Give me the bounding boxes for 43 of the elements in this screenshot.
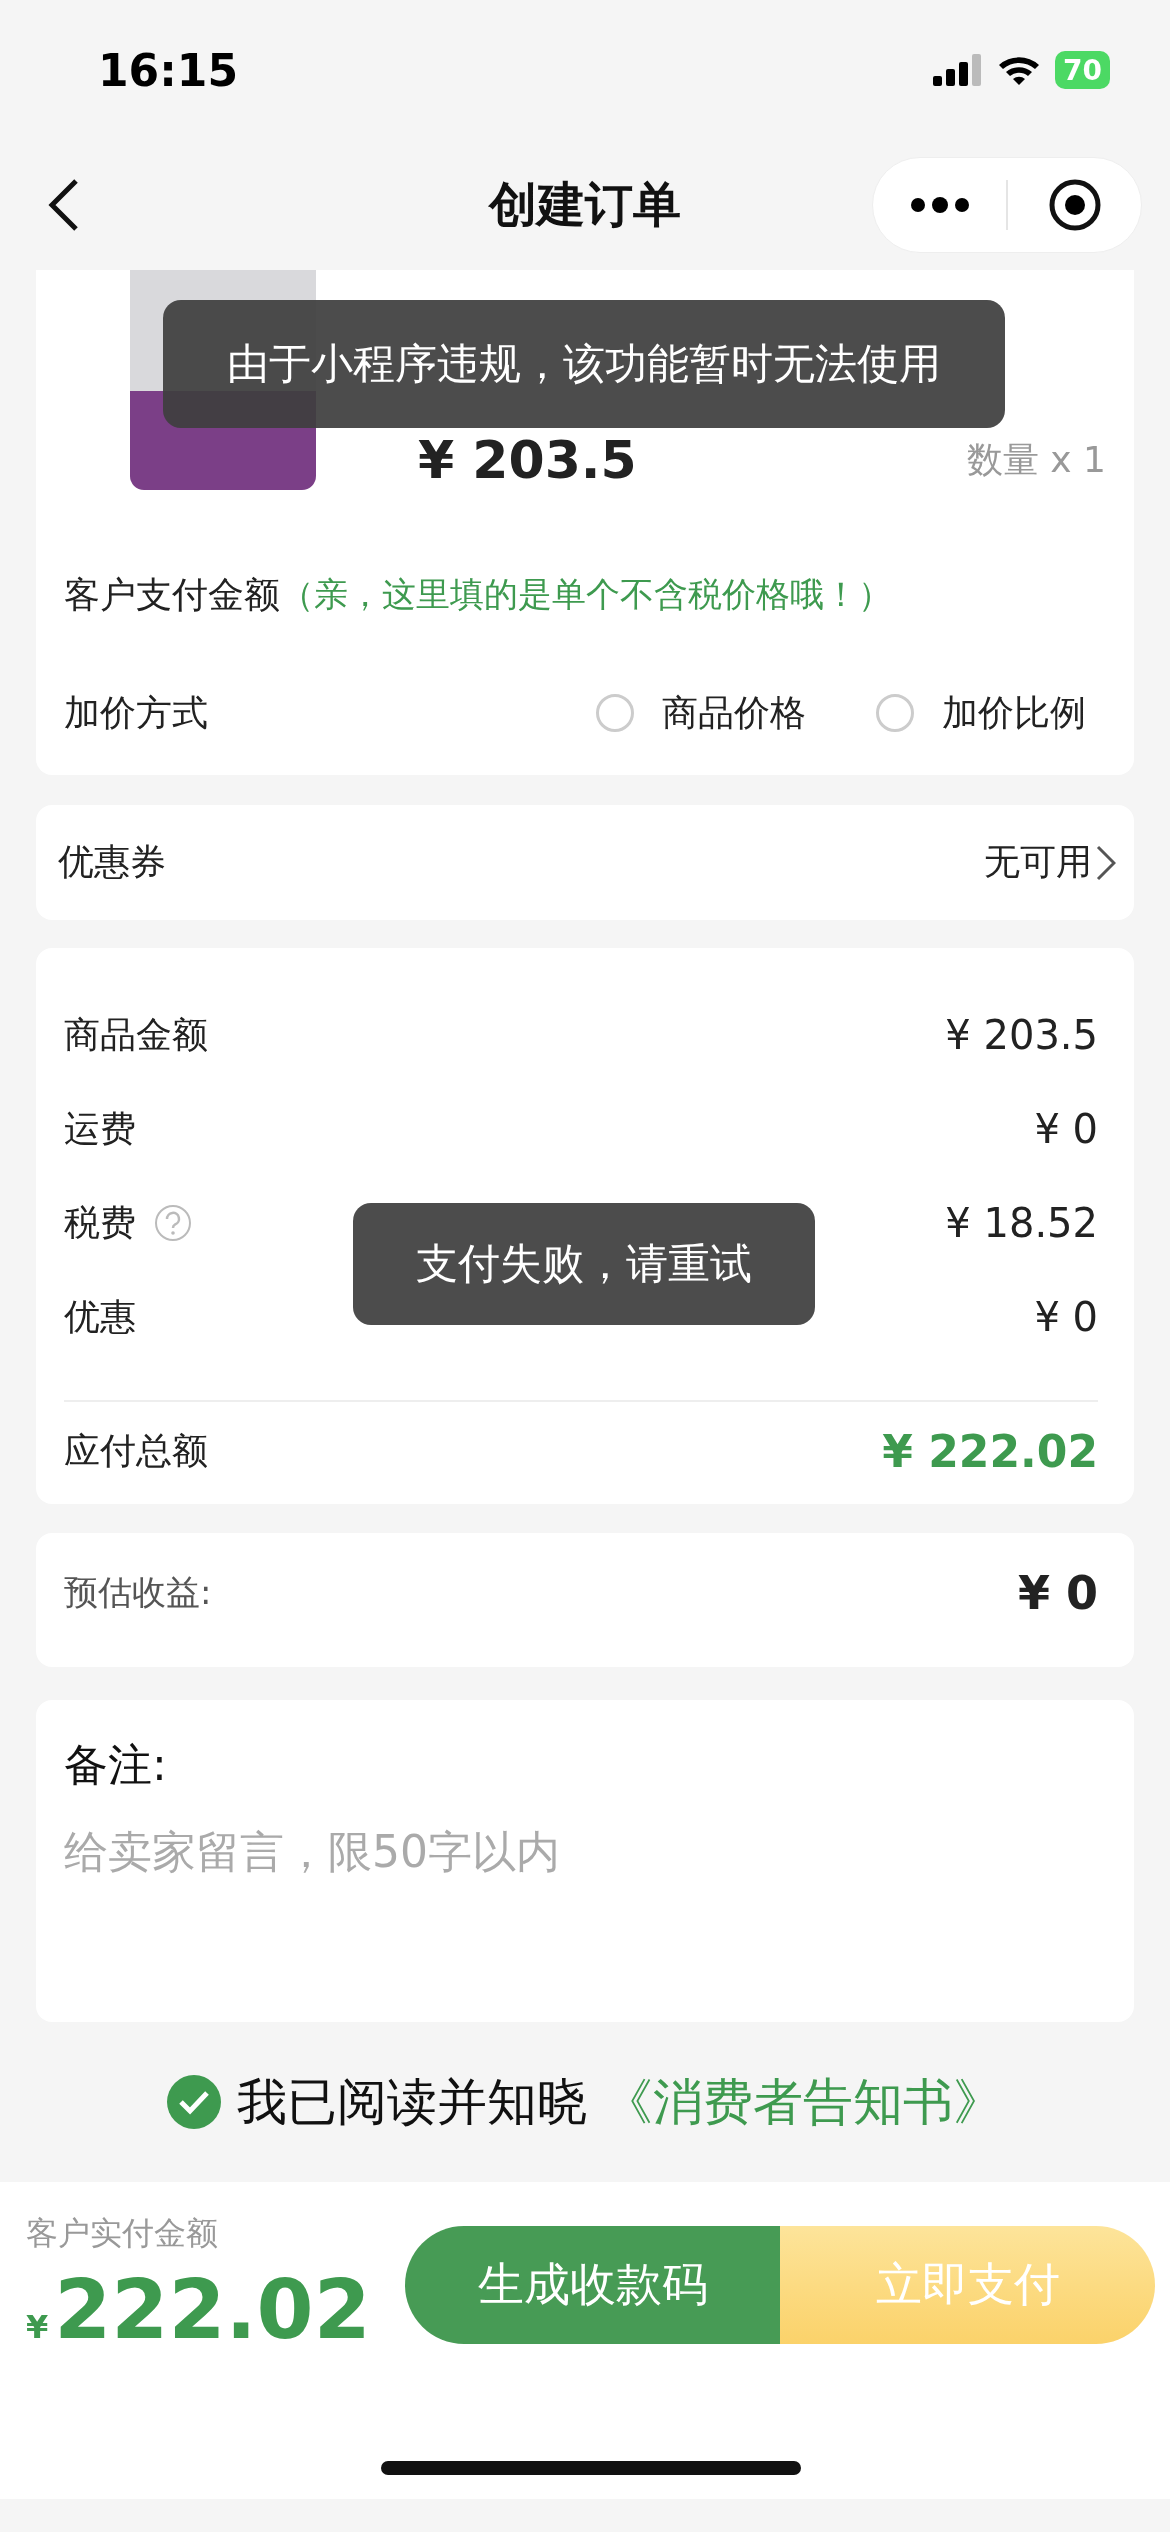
more-dots-icon: [909, 197, 970, 213]
price-hint: （亲，这里填的是单个不含税价格哦！）: [280, 573, 892, 616]
battery-indicator: 70: [1055, 51, 1110, 89]
markup-label: 加价方式: [64, 690, 208, 735]
toast-message: 由于小程序违规，该功能暂时无法使用: [227, 338, 941, 390]
radio-option[interactable]: 商品价格: [596, 688, 806, 738]
pay-amount-label: 客户支付金额: [64, 572, 280, 617]
radio-circle[interactable]: [876, 694, 914, 732]
total-label: 应付总额: [64, 1428, 208, 1473]
product-price: ¥ 203.5: [418, 430, 637, 490]
fee-amount: ¥ 0: [1034, 1106, 1098, 1152]
page-title: 创建订单: [489, 175, 681, 234]
earnings-label: 预估收益:: [64, 1571, 212, 1614]
paid-amount: ¥222.02: [26, 2262, 371, 2357]
fee-label: 运费: [64, 1106, 136, 1151]
clock-time: 16:15: [98, 44, 239, 96]
coupon-selector[interactable]: 无可用: [984, 838, 1116, 887]
chevron-left-icon: [48, 177, 80, 233]
fee-label: 优惠: [64, 1294, 136, 1339]
remark-card[interactable]: 备注: 给卖家留言，限50字以内: [36, 1700, 1134, 2022]
target-circle-icon: [1047, 178, 1102, 232]
radio-option[interactable]: 加价比例: [876, 688, 1086, 738]
remark-label: 备注:: [64, 1738, 168, 1792]
paid-amount-label: 客户实付金额: [26, 2213, 219, 2254]
fee-label: 税费: [64, 1200, 136, 1245]
earnings-amount: ¥ 0: [1017, 1566, 1098, 1620]
help-icon[interactable]: [154, 1204, 192, 1242]
remark-input-field[interactable]: 给卖家留言，限50字以内: [64, 1823, 1106, 1993]
coupon-label: 优惠券: [58, 840, 166, 884]
toast-message: 支付失败，请重试: [416, 1238, 752, 1290]
total-amount: ¥ 222.02: [882, 1425, 1098, 1477]
signal-icon: [933, 54, 984, 86]
wifi-icon: [997, 54, 1042, 86]
chevron-right-icon: [1096, 844, 1116, 881]
check-icon: [178, 2089, 210, 2115]
fee-amount: ¥ 18.52: [945, 1200, 1098, 1246]
quantity-label: 数量 x 1: [966, 437, 1106, 482]
fee-label: 商品金额: [64, 1012, 208, 1057]
fee-amount: ¥ 0: [1034, 1294, 1098, 1340]
agree-checkbox[interactable]: [167, 2075, 221, 2129]
agreement-text: 我已阅读并知晓: [237, 2071, 587, 2133]
radio-circle[interactable]: [596, 694, 634, 732]
fee-amount: ¥ 203.5: [945, 1012, 1098, 1058]
